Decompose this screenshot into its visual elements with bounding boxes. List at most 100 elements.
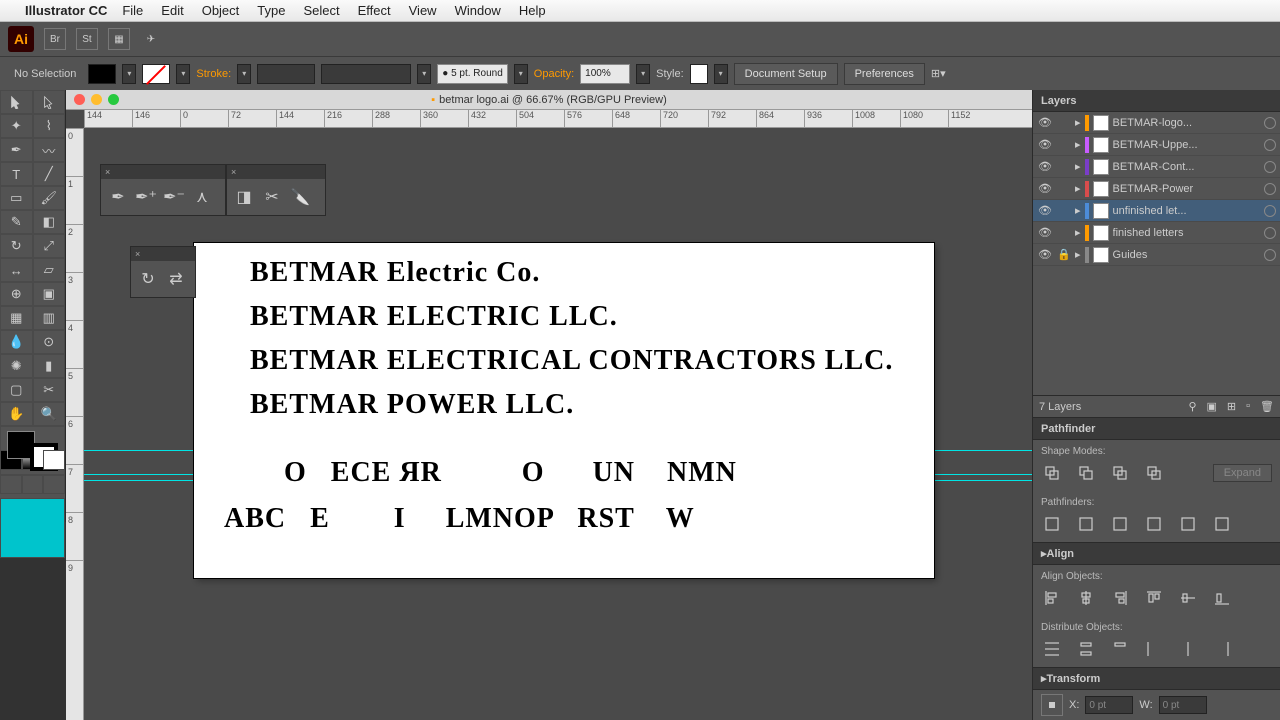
new-layer-icon[interactable]: ▫ (1246, 400, 1250, 413)
pen-icon[interactable]: ✒ (109, 188, 127, 206)
slice-tool[interactable]: ✂ (33, 378, 66, 402)
hand-tool[interactable]: ✋ (0, 402, 33, 426)
dist-top-icon[interactable] (1041, 639, 1063, 659)
align-hcenter-icon[interactable] (1075, 588, 1097, 608)
menu-help[interactable]: Help (519, 3, 546, 18)
dist-bottom-icon[interactable] (1109, 639, 1131, 659)
dist-vcenter-icon[interactable] (1075, 639, 1097, 659)
lasso-tool[interactable]: ⌇ (33, 114, 66, 138)
canvas[interactable]: BETMAR Electric Co. BETMAR ELECTRIC LLC.… (84, 128, 1032, 720)
fill-swatch[interactable] (88, 64, 116, 84)
opacity-label[interactable]: Opacity: (534, 68, 574, 80)
visibility-icon[interactable]: 👁 (1037, 248, 1053, 261)
magic-wand-tool[interactable]: ✦ (0, 114, 33, 138)
dist-left-icon[interactable] (1143, 639, 1165, 659)
shape-builder-tool[interactable]: ⊕ (0, 282, 33, 306)
layer-row[interactable]: 👁🔒▸Guides (1033, 244, 1280, 266)
screen-mode-button[interactable] (0, 498, 65, 558)
brush-drop[interactable]: ▾ (514, 64, 528, 84)
transform-panel-header[interactable]: ▸ Transform (1033, 668, 1280, 690)
style-drop[interactable]: ▾ (714, 64, 728, 84)
text-line-2[interactable]: BETMAR ELECTRIC LLC. (250, 301, 934, 333)
finished-letters-row[interactable]: ABC E I LMNOP RST W (224, 503, 934, 535)
pathfinder-panel-header[interactable]: Pathfinder (1033, 418, 1280, 440)
locate-icon[interactable]: ⚲ (1188, 400, 1196, 413)
gradient-tool[interactable]: ▥ (33, 306, 66, 330)
menu-edit[interactable]: Edit (161, 3, 183, 18)
visibility-icon[interactable]: 👁 (1037, 226, 1053, 239)
eyedropper-tool[interactable]: 💧 (0, 330, 33, 354)
anchor-point-icon[interactable]: ⋏ (193, 188, 211, 206)
window-close[interactable] (74, 94, 85, 105)
lock-icon[interactable]: 🔒 (1057, 248, 1071, 261)
pencil-tool[interactable]: ✎ (0, 210, 33, 234)
bridge-button[interactable]: Br (44, 28, 66, 50)
unite-icon[interactable] (1041, 463, 1063, 483)
trim-icon[interactable] (1075, 514, 1097, 534)
merge-icon[interactable] (1109, 514, 1131, 534)
menu-file[interactable]: File (122, 3, 143, 18)
floating-panel-3[interactable]: × ↻ ⇄ (130, 246, 196, 298)
eraser-tool[interactable]: ◧ (33, 210, 66, 234)
width-tool[interactable]: ↔ (0, 258, 33, 282)
align-vcenter-icon[interactable] (1177, 588, 1199, 608)
menu-window[interactable]: Window (455, 3, 501, 18)
layer-row[interactable]: 👁▸BETMAR-Uppe... (1033, 134, 1280, 156)
vw-drop[interactable]: ▾ (417, 64, 431, 84)
stock-button[interactable]: St (76, 28, 98, 50)
zoom-tool[interactable]: 🔍 (33, 402, 66, 426)
add-anchor-icon[interactable]: ✒⁺ (137, 188, 155, 206)
arrange-docs-button[interactable]: ▦ (108, 28, 130, 50)
artboard[interactable]: BETMAR Electric Co. BETMAR ELECTRIC LLC.… (194, 243, 934, 578)
rotate-icon[interactable]: ↻ (139, 270, 157, 288)
gpu-button[interactable]: ✈ (140, 28, 162, 50)
trash-icon[interactable]: 🗑 (1260, 400, 1274, 413)
brush-definition[interactable]: ● 5 pt. Round (437, 64, 508, 84)
graphic-style[interactable] (690, 64, 708, 84)
minus-back-icon[interactable] (1211, 514, 1233, 534)
app-name[interactable]: Illustrator CC (25, 3, 107, 18)
menu-effect[interactable]: Effect (358, 3, 391, 18)
paintbrush-tool[interactable]: 🖌 (33, 186, 66, 210)
visibility-icon[interactable]: 👁 (1037, 138, 1053, 151)
draw-behind[interactable] (22, 474, 44, 494)
graph-tool[interactable]: ▮ (33, 354, 66, 378)
reference-point[interactable] (1041, 694, 1063, 716)
align-options-icon[interactable]: ⊞▾ (931, 67, 946, 80)
opacity-field[interactable]: 100% (580, 64, 630, 84)
menu-type[interactable]: Type (257, 3, 285, 18)
visibility-icon[interactable]: 👁 (1037, 182, 1053, 195)
draw-inside[interactable] (43, 474, 65, 494)
floating-panel-1[interactable]: × ✒ ✒⁺ ✒⁻ ⋏ (100, 164, 226, 216)
window-minimize[interactable] (91, 94, 102, 105)
text-line-3[interactable]: BETMAR ELECTRICAL CONTRACTORS LLC. (250, 345, 934, 377)
curvature-tool[interactable]: 〰 (33, 138, 66, 162)
fill-dropdown[interactable]: ▾ (122, 64, 136, 84)
draw-normal[interactable] (0, 474, 22, 494)
layers-panel-header[interactable]: Layers (1033, 90, 1280, 112)
delete-anchor-icon[interactable]: ✒⁻ (165, 188, 183, 206)
line-tool[interactable]: ╱ (33, 162, 66, 186)
menu-view[interactable]: View (409, 3, 437, 18)
preferences-button[interactable]: Preferences (844, 63, 925, 85)
mesh-tool[interactable]: ▦ (0, 306, 33, 330)
stroke-weight-down[interactable]: ▾ (237, 64, 251, 84)
menu-object[interactable]: Object (202, 3, 240, 18)
align-left-icon[interactable] (1041, 588, 1063, 608)
artboard-tool[interactable]: ▢ (0, 378, 33, 402)
intersect-icon[interactable] (1109, 463, 1131, 483)
vertical-ruler[interactable]: 0 1 2 3 4 5 6 7 8 9 (66, 128, 84, 720)
blend-tool[interactable]: ⊙ (33, 330, 66, 354)
new-sublayer-icon[interactable]: ⊞ (1227, 400, 1236, 413)
stroke-weight-field[interactable] (257, 64, 315, 84)
close-icon[interactable]: × (135, 249, 140, 259)
type-tool[interactable]: T (0, 162, 33, 186)
variable-width-profile[interactable] (321, 64, 411, 84)
knife-icon[interactable]: 🔪 (291, 188, 309, 206)
perspective-tool[interactable]: ▣ (33, 282, 66, 306)
selection-tool[interactable] (0, 90, 33, 114)
stroke-label[interactable]: Stroke: (196, 68, 231, 80)
dist-right-icon[interactable] (1211, 639, 1233, 659)
layer-row[interactable]: 👁▸unfinished let... (1033, 200, 1280, 222)
stroke-swatch[interactable] (142, 64, 170, 84)
